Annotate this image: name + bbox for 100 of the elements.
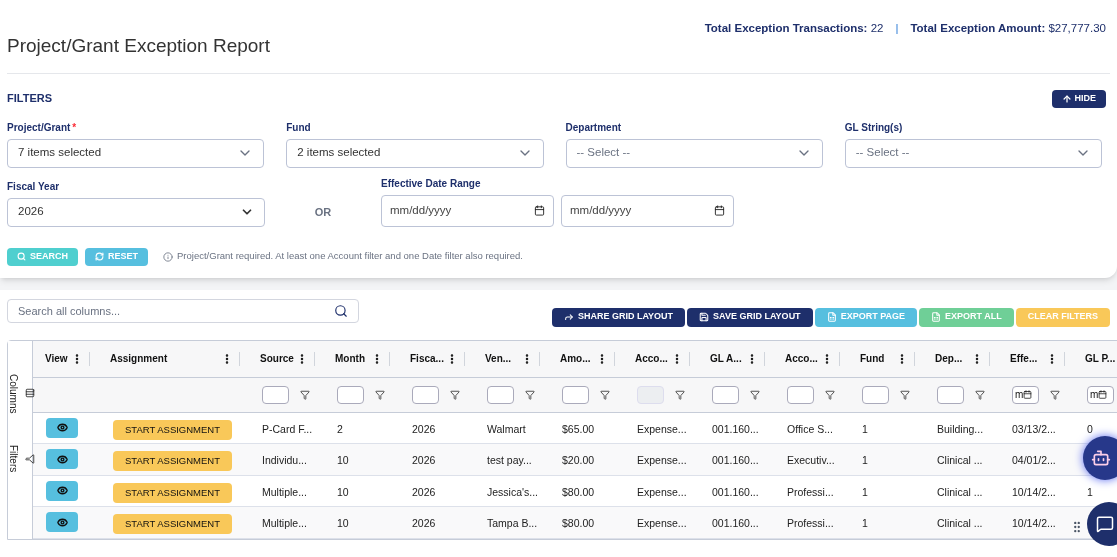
total-summary: Total Exception Transactions: 22 [704, 21, 884, 36]
table-cell: 001.160... [712, 454, 759, 467]
multiselect-field[interactable]: -- Select -- [565, 138, 823, 168]
filter-icon[interactable] [600, 389, 610, 400]
filter-input[interactable] [862, 385, 889, 404]
table-cell: 1 [862, 517, 868, 530]
view-button[interactable] [46, 449, 78, 470]
view-button[interactable] [46, 512, 78, 533]
side-tab[interactable]: Columns [5, 373, 35, 413]
filter-icon[interactable] [1050, 389, 1060, 400]
table-cell: Expense... [637, 422, 687, 435]
save-icon [699, 312, 710, 322]
table-cell: 03/13/2... [1012, 422, 1056, 435]
hide-button[interactable]: HIDE [1052, 89, 1106, 108]
table-cell: Building... [937, 422, 984, 435]
filter-icon[interactable] [750, 389, 760, 400]
column-header[interactable]: GL P... [1085, 351, 1116, 366]
filter-icon[interactable] [825, 389, 835, 400]
date-field[interactable]: mm/dd/yyyy [561, 194, 734, 227]
column-header[interactable]: Ven... [485, 351, 512, 366]
arrow-up-icon [1062, 93, 1073, 104]
eye-icon [56, 516, 68, 528]
multiselect-field[interactable]: 7 items selected [7, 138, 265, 168]
table-cell: Multiple... [262, 517, 307, 530]
filter-input[interactable] [337, 385, 364, 404]
refresh-icon [95, 252, 104, 261]
spreadsheet-icon [931, 312, 941, 322]
view-button[interactable] [46, 417, 78, 438]
filter-icon[interactable] [675, 389, 685, 400]
filter-input[interactable] [412, 385, 439, 404]
filter-input[interactable] [712, 385, 739, 404]
share-button[interactable]: SHARE GRID LAYOUT [551, 307, 686, 327]
table-cell: 10 [337, 517, 349, 530]
page-title: Project/Grant Exception Report [7, 34, 270, 58]
table-cell: 2026 [412, 485, 436, 498]
table-cell: 2026 [412, 422, 436, 435]
filter-icon[interactable] [525, 389, 535, 400]
multiselect-field[interactable]: -- Select -- [844, 138, 1102, 168]
table-cell: Tampa B... [487, 517, 538, 530]
start-assignment-button[interactable]: START ASSIGNMENT [113, 419, 233, 440]
view-button[interactable] [46, 480, 78, 501]
filter-input[interactable] [937, 385, 964, 404]
date-field[interactable]: mm/dd/yyyy [381, 194, 554, 227]
column-header[interactable]: View [45, 351, 68, 366]
column-header[interactable]: Fund [860, 351, 885, 366]
column-header[interactable]: Acco... [635, 351, 668, 366]
table-cell: Clinical ... [937, 517, 983, 530]
filters-heading: FILTERS [7, 91, 52, 107]
fiscal-year-select[interactable]: 2026 [7, 197, 265, 227]
table-cell: Clinical ... [937, 485, 983, 498]
side-tab[interactable]: Filters [5, 444, 35, 473]
table-cell: 2026 [412, 454, 436, 467]
column-header[interactable]: Acco... [785, 351, 818, 366]
or-label: OR [314, 204, 332, 220]
table-cell: 001.160... [712, 517, 759, 530]
table-cell: Professi... [787, 517, 834, 530]
date-filter-input[interactable]: m [1012, 385, 1039, 404]
column-header[interactable]: Effe... [1010, 351, 1038, 366]
filter-icon[interactable] [975, 389, 985, 400]
field-label: Fund [286, 120, 311, 135]
column-header[interactable]: Amo... [560, 351, 591, 366]
table-cell: 001.160... [712, 485, 759, 498]
column-header[interactable]: Source [260, 351, 294, 366]
filter-icon[interactable] [900, 389, 910, 400]
filter-icon[interactable] [300, 389, 310, 400]
filter-input[interactable] [787, 385, 814, 404]
column-header[interactable]: Month [335, 351, 365, 366]
field-label: Fiscal Year [7, 179, 61, 194]
column-header[interactable]: Assignment [110, 351, 168, 366]
filter-input[interactable] [562, 385, 589, 404]
column-header[interactable]: Fisca... [410, 351, 444, 366]
table-cell: Clinical ... [937, 454, 983, 467]
required-mark: * [72, 120, 77, 135]
field-label: GL String(s) [844, 120, 903, 135]
table-cell: Individu... [262, 454, 307, 467]
date-filter-input[interactable]: m [1087, 385, 1114, 404]
table-cell: Expense... [637, 485, 687, 498]
table-cell: 1 [1087, 485, 1093, 498]
table-cell: Walmart [487, 422, 526, 435]
table-cell: 04/01/2... [1012, 454, 1056, 467]
column-header[interactable]: GL A... [710, 351, 742, 366]
search-field[interactable]: Search all columns... [7, 299, 359, 323]
calendar-icon [534, 205, 545, 216]
filter-icon[interactable] [450, 389, 460, 400]
start-assignment-button[interactable]: START ASSIGNMENT [113, 451, 233, 472]
table-cell: test pay... [487, 454, 532, 467]
filter-input[interactable] [262, 385, 289, 404]
table-cell: Jessica's... [487, 485, 539, 498]
save-button[interactable]: SAVE GRID LAYOUT [687, 307, 813, 327]
spreadsheet-icon [826, 312, 837, 322]
filter-icon[interactable] [375, 389, 385, 400]
start-assignment-button[interactable]: START ASSIGNMENT [113, 482, 233, 503]
table-cell: Expense... [637, 454, 687, 467]
column-header[interactable]: Dep... [935, 351, 963, 366]
share-icon [563, 312, 574, 322]
columns-icon [24, 388, 35, 399]
search-icon [17, 252, 26, 261]
start-assignment-button[interactable]: START ASSIGNMENT [113, 514, 233, 535]
filter-input[interactable] [487, 385, 514, 404]
multiselect-field[interactable]: 2 items selected [286, 138, 544, 168]
